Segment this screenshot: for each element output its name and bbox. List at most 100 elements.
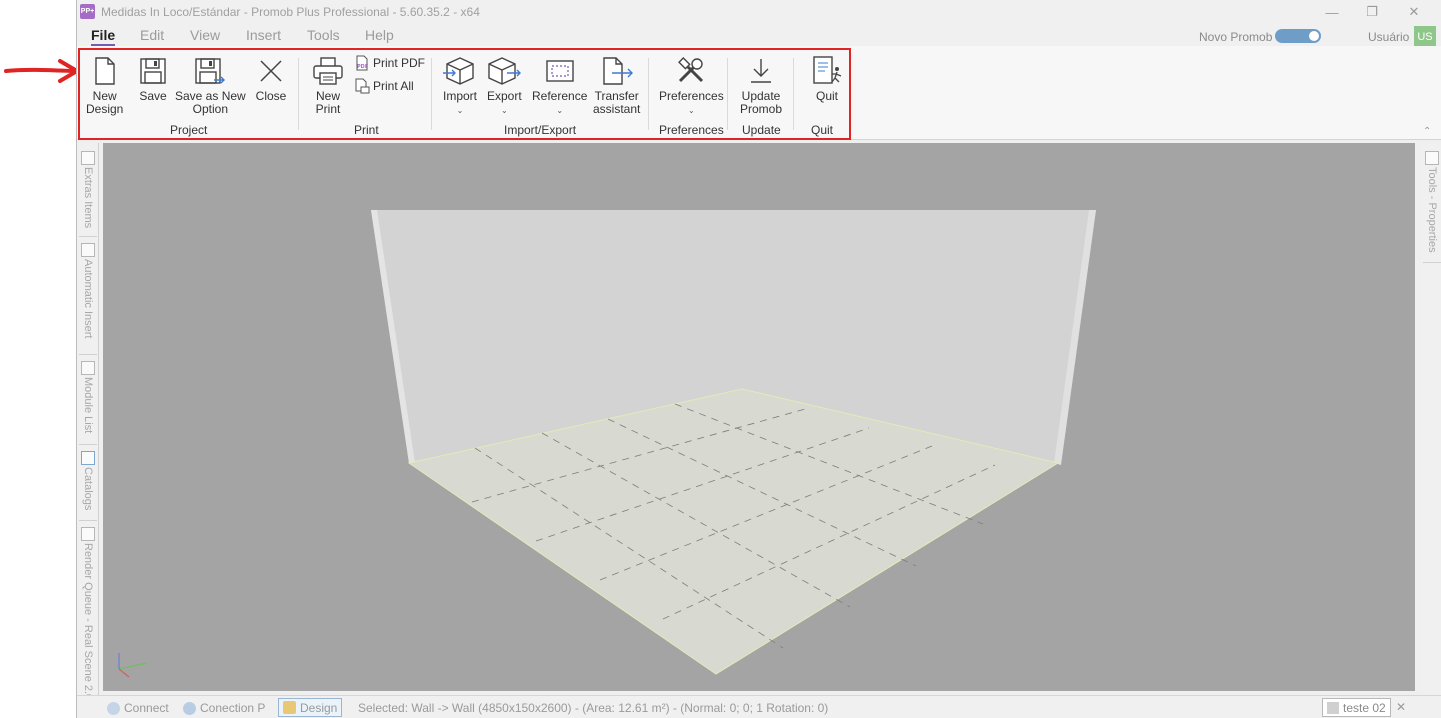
tab-catalogs[interactable]: Catalogs (79, 447, 97, 521)
ribbon: New Design Save Save as New Option Close… (77, 46, 1441, 140)
transfer-assistant-button[interactable]: Transfer assistant (593, 54, 640, 116)
title-bar: PP+ Medidas In Loco/Estándar - Promob Pl… (77, 0, 1441, 24)
tab-automatic-insert-label: Automatic Insert (82, 259, 94, 339)
export-button[interactable]: Export ⌄ (487, 54, 522, 117)
selection-status-text: Selected: Wall -> Wall (4850x150x2600) -… (358, 701, 829, 715)
save-button[interactable]: Save (136, 54, 170, 103)
reference-button[interactable]: Reference ⌄ (532, 54, 587, 117)
window-title: Medidas In Loco/Estándar - Promob Plus P… (101, 5, 480, 19)
group-label-preferences: Preferences (659, 123, 724, 137)
red-arrow-annotation (4, 59, 79, 83)
design-tab[interactable]: Design (278, 698, 343, 717)
export-label: Export (487, 89, 522, 103)
menu-bar: File Edit View Insert Tools Help Novo Pr… (77, 24, 1441, 48)
group-separator (431, 58, 432, 130)
tab-extras-items[interactable]: Extras Items (79, 147, 97, 237)
import-chevron-down-icon: ⌄ (456, 106, 464, 115)
new-document-icon (88, 54, 122, 88)
close-window-button[interactable]: ✕ (1399, 2, 1429, 22)
render-queue-icon (81, 527, 95, 541)
preferences-chevron-down-icon: ⌄ (688, 106, 695, 115)
menu-help[interactable]: Help (365, 27, 394, 43)
tab-render-queue-label: Render Queue - Real Scene 2.0 (82, 543, 94, 701)
group-label-quit: Quit (811, 123, 834, 137)
group-label-update: Update (742, 123, 781, 137)
new-design-label-2: Design (86, 102, 124, 116)
menu-file[interactable]: File (91, 27, 116, 46)
tab-extras-items-label: Extras Items (82, 167, 94, 229)
close-button[interactable]: Close (254, 54, 288, 103)
reference-frame-icon (543, 54, 577, 88)
novo-promob-label: Novo Promob (1199, 30, 1273, 44)
group-label-import-export: Import/Export (504, 123, 577, 137)
download-icon (744, 54, 778, 88)
3d-viewport[interactable] (103, 143, 1415, 691)
quit-button[interactable]: Quit (810, 54, 844, 103)
status-bar: Connect Conection P Design Selected: Wal… (77, 695, 1441, 718)
minimize-button[interactable]: — (1317, 2, 1347, 22)
right-side-panel: Tools - Properties (1421, 143, 1441, 695)
quit-exit-icon (810, 54, 844, 88)
print-pdf-button[interactable]: PDF Print PDF (354, 55, 425, 71)
update-label-2: Promob (740, 102, 783, 116)
document-icon (1327, 701, 1339, 714)
save-icon (136, 54, 170, 88)
menu-insert[interactable]: Insert (246, 27, 281, 43)
new-design-button[interactable]: New Design (86, 54, 123, 116)
tools-wrench-icon (674, 54, 708, 88)
export-chevron-down-icon: ⌄ (500, 106, 508, 115)
close-label: Close (255, 89, 287, 103)
tab-render-queue[interactable]: Render Queue - Real Scene 2.0 (79, 523, 97, 700)
teste-tab[interactable]: teste 02 (1322, 698, 1391, 717)
user-avatar[interactable]: US (1414, 26, 1436, 48)
collapse-ribbon-icon[interactable]: ⌃ (1423, 126, 1431, 137)
group-separator (793, 58, 794, 130)
save-as-icon (193, 54, 227, 88)
app-window: PP+ Medidas In Loco/Estándar - Promob Pl… (76, 0, 1441, 718)
menu-edit[interactable]: Edit (140, 27, 164, 43)
design-label: Design (300, 700, 338, 715)
tab-tools-properties-label: Tools - Properties (1426, 167, 1438, 253)
automatic-insert-icon (81, 243, 95, 257)
save-as-new-option-button[interactable]: Save as New Option (175, 54, 246, 116)
extras-items-icon (81, 151, 95, 165)
conection-status[interactable]: Conection P (183, 701, 265, 715)
new-print-button[interactable]: New Print (311, 54, 345, 116)
tools-properties-icon (1425, 151, 1439, 165)
preferences-label: Preferences (659, 89, 724, 103)
print-all-label: Print All (373, 79, 414, 93)
folder-icon (283, 701, 296, 714)
left-side-panel: Extras Items Automatic Insert Module Lis… (77, 143, 99, 700)
close-tab-icon[interactable]: ✕ (1396, 700, 1406, 714)
novo-promob-toggle[interactable] (1275, 29, 1321, 43)
group-separator (727, 58, 728, 130)
globe-icon (183, 701, 196, 715)
menu-view[interactable]: View (190, 27, 220, 43)
catalogs-icon (81, 451, 95, 465)
save-as-label-2: Option (192, 102, 229, 116)
app-logo-icon: PP+ (80, 4, 95, 19)
teste-label: teste 02 (1343, 700, 1386, 715)
tab-module-list[interactable]: Module List (79, 357, 97, 445)
conection-label: Conection P (200, 701, 266, 715)
module-list-icon (81, 361, 95, 375)
transfer-label-2: assistant (593, 102, 641, 116)
print-all-icon (354, 78, 370, 94)
update-promob-button[interactable]: Update Promob (740, 54, 782, 116)
import-label: Import (443, 89, 478, 103)
preferences-button[interactable]: Preferences ⌄ (659, 54, 724, 117)
menu-tools[interactable]: Tools (307, 27, 340, 43)
group-separator (648, 58, 649, 130)
tab-automatic-insert[interactable]: Automatic Insert (79, 239, 97, 355)
new-print-label-2: Print (315, 102, 341, 116)
export-box-icon (487, 54, 522, 88)
maximize-button[interactable]: ❐ (1357, 2, 1387, 22)
tab-tools-properties[interactable]: Tools - Properties (1423, 147, 1441, 263)
connect-icon (107, 701, 120, 715)
print-all-button[interactable]: Print All (354, 78, 414, 94)
import-button[interactable]: Import ⌄ (443, 54, 477, 117)
import-box-icon (443, 54, 477, 88)
tab-catalogs-label: Catalogs (82, 467, 94, 511)
room-scene (118, 210, 1096, 678)
connect-status[interactable]: Connect (107, 701, 169, 715)
